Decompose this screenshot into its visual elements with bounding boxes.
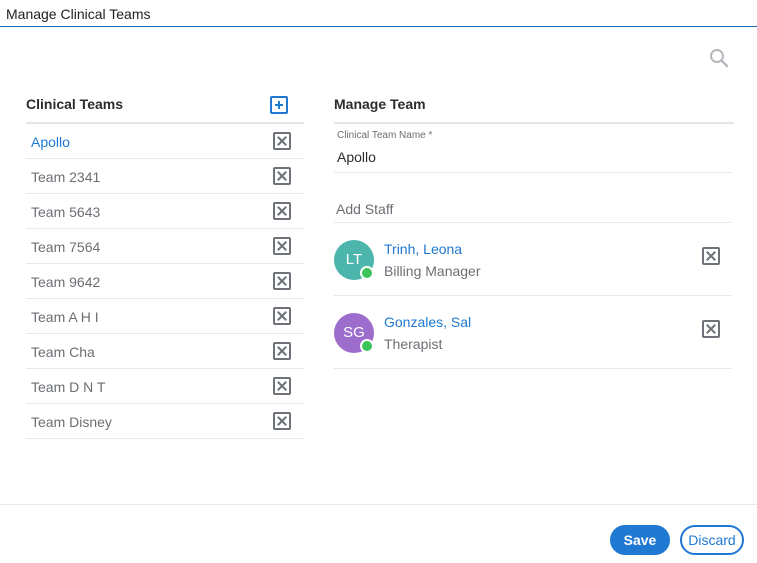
remove-staff-icon[interactable] (702, 247, 720, 265)
online-status-icon (360, 266, 374, 280)
team-list-item[interactable]: Team Cha (26, 334, 304, 369)
staff-role: Therapist (384, 336, 443, 352)
remove-team-icon[interactable] (273, 412, 291, 430)
team-name: Team 2341 (31, 169, 101, 185)
team-name: Team 9642 (31, 274, 101, 290)
clinical-teams-panel: Clinical Teams Apollo Team 2341 Team 5643 T… (26, 92, 304, 439)
team-list-item[interactable]: Team 9642 (26, 264, 304, 299)
add-staff-input[interactable] (336, 199, 716, 219)
remove-staff-icon[interactable] (702, 320, 720, 338)
remove-team-icon[interactable] (273, 237, 291, 255)
team-list-item[interactable]: Team 5643 (26, 194, 304, 229)
title-bar: Manage Clinical Teams (0, 0, 757, 27)
search-icon[interactable] (708, 47, 730, 69)
staff-list: LT Trinh, Leona Billing Manager SG Gonzales,… (334, 223, 734, 369)
footer: Save Discard (0, 504, 757, 563)
staff-list-item: LT Trinh, Leona Billing Manager (334, 223, 732, 296)
team-name: Team Cha (31, 344, 95, 360)
window-title: Manage Clinical Teams (6, 6, 151, 22)
team-list-item[interactable]: Team 7564 (26, 229, 304, 264)
clinical-teams-title: Clinical Teams (26, 96, 124, 112)
manage-team-header: Manage Team (334, 92, 734, 124)
team-name: Team Disney (31, 414, 112, 430)
remove-team-icon[interactable] (273, 272, 291, 290)
team-list-item[interactable]: Team A H I (26, 299, 304, 334)
add-staff-field (334, 173, 732, 223)
team-list: Apollo Team 2341 Team 5643 Team 7564 Team 96… (26, 124, 304, 439)
remove-team-icon[interactable] (273, 132, 291, 150)
staff-list-item: SG Gonzales, Sal Therapist (334, 296, 732, 369)
team-list-item[interactable]: Team D N T (26, 369, 304, 404)
team-name: Team 5643 (31, 204, 101, 220)
remove-team-icon[interactable] (273, 342, 291, 360)
team-list-item[interactable]: Team Disney (26, 404, 304, 439)
clinical-teams-header: Clinical Teams (26, 92, 304, 124)
remove-team-icon[interactable] (273, 377, 291, 395)
team-name: Team A H I (31, 309, 99, 325)
manage-team-panel: Manage Team Clinical Team Name * Apollo … (334, 92, 734, 369)
team-name: Apollo (31, 134, 70, 150)
team-name-label: Clinical Team Name * (337, 130, 433, 141)
staff-name-link[interactable]: Gonzales, Sal (384, 314, 471, 330)
save-button[interactable]: Save (610, 525, 670, 555)
online-status-icon (360, 339, 374, 353)
manage-team-title: Manage Team (334, 96, 426, 112)
staff-name-link[interactable]: Trinh, Leona (384, 241, 462, 257)
add-square-icon[interactable] (270, 96, 288, 114)
team-list-item[interactable]: Apollo (26, 124, 304, 159)
discard-button[interactable]: Discard (680, 525, 744, 555)
team-name: Team D N T (31, 379, 106, 395)
team-list-item[interactable]: Team 2341 (26, 159, 304, 194)
remove-team-icon[interactable] (273, 167, 291, 185)
staff-role: Billing Manager (384, 263, 481, 279)
team-name-field[interactable]: Clinical Team Name * Apollo (334, 124, 732, 173)
team-name: Team 7564 (31, 239, 101, 255)
remove-team-icon[interactable] (273, 307, 291, 325)
remove-team-icon[interactable] (273, 202, 291, 220)
team-name-value[interactable]: Apollo (337, 149, 376, 165)
